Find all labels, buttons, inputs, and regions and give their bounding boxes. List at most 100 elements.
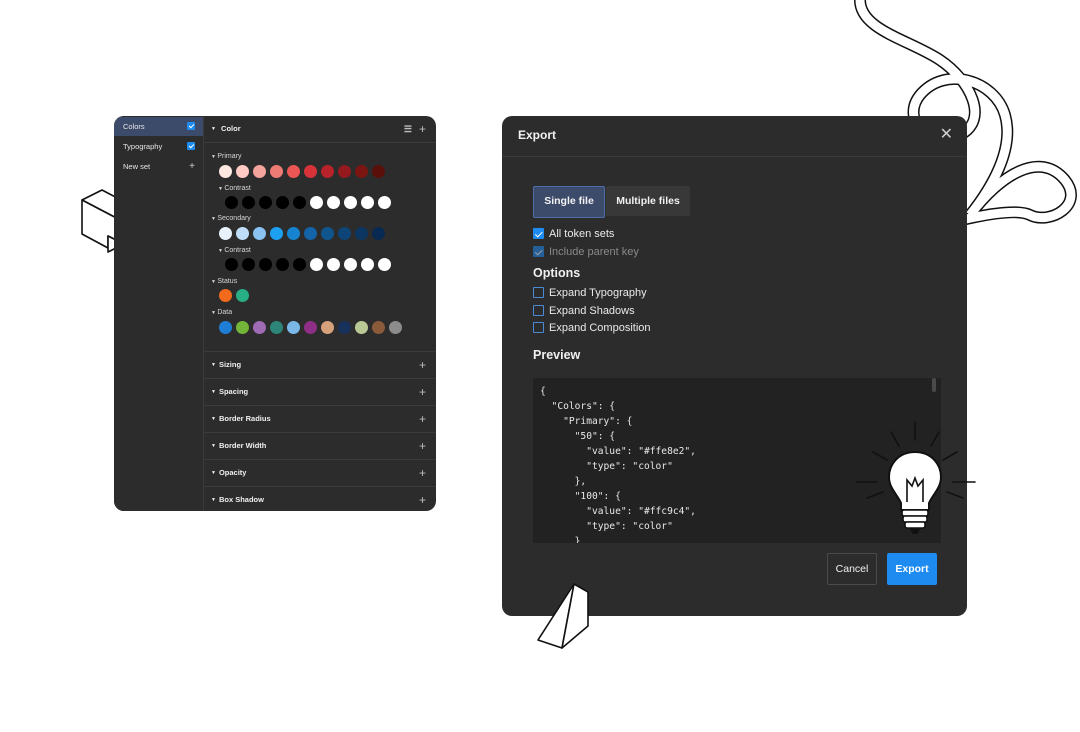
color-swatch[interactable]: [389, 321, 402, 334]
token-set-checkbox[interactable]: [187, 122, 195, 130]
color-swatch[interactable]: [378, 196, 391, 209]
group-label: Primary: [217, 153, 242, 160]
color-swatch[interactable]: [310, 196, 323, 209]
color-swatch[interactable]: [372, 321, 385, 334]
color-swatch[interactable]: [304, 165, 317, 178]
primary-contrast-swatches: [225, 196, 391, 209]
color-swatch[interactable]: [361, 258, 374, 271]
color-swatch[interactable]: [253, 227, 266, 240]
color-swatch[interactable]: [219, 165, 232, 178]
tab-multiple-files[interactable]: Multiple files: [606, 186, 690, 216]
cancel-button[interactable]: Cancel: [827, 553, 877, 585]
plus-icon[interactable]: +: [419, 460, 426, 486]
close-icon[interactable]: ✕: [940, 124, 953, 144]
expand-typography-checkbox[interactable]: [533, 287, 544, 298]
color-swatch[interactable]: [304, 227, 317, 240]
color-swatch[interactable]: [372, 165, 385, 178]
token-group-box-shadow[interactable]: ▼ Box Shadow +: [204, 487, 436, 511]
plus-icon[interactable]: +: [419, 379, 426, 405]
color-swatch[interactable]: [259, 196, 272, 209]
color-swatch[interactable]: [236, 321, 249, 334]
color-swatch[interactable]: [378, 258, 391, 271]
tab-single-file[interactable]: Single file: [533, 186, 605, 218]
color-swatch[interactable]: [355, 227, 368, 240]
color-swatch[interactable]: [287, 227, 300, 240]
color-swatch[interactable]: [293, 196, 306, 209]
color-swatch[interactable]: [236, 289, 249, 302]
color-swatch[interactable]: [225, 196, 238, 209]
status-label: ▼ Status: [211, 278, 237, 285]
color-swatch[interactable]: [338, 165, 351, 178]
color-swatch[interactable]: [321, 165, 334, 178]
color-swatch[interactable]: [304, 321, 317, 334]
plus-icon[interactable]: +: [419, 352, 426, 378]
scrollbar[interactable]: [932, 378, 936, 392]
color-swatch[interactable]: [344, 258, 357, 271]
color-swatch[interactable]: [321, 227, 334, 240]
token-group-color[interactable]: ▼ Color ☰ +: [204, 116, 436, 143]
color-swatch[interactable]: [270, 165, 283, 178]
new-set-item[interactable]: New set +: [114, 157, 203, 176]
color-swatch[interactable]: [253, 321, 266, 334]
color-swatch[interactable]: [327, 258, 340, 271]
plus-icon[interactable]: +: [419, 406, 426, 432]
primary-label: ▼ Primary: [211, 153, 241, 160]
color-swatch[interactable]: [219, 227, 232, 240]
plus-icon[interactable]: +: [419, 116, 426, 142]
caret-down-icon: ▼: [211, 362, 216, 368]
plus-icon[interactable]: +: [419, 433, 426, 459]
token-set-label: Colors: [123, 122, 145, 131]
color-swatch[interactable]: [225, 258, 238, 271]
token-group-border-radius[interactable]: ▼ Border Radius +: [204, 406, 436, 433]
color-swatch[interactable]: [219, 321, 232, 334]
plus-icon[interactable]: +: [189, 157, 195, 176]
color-swatch[interactable]: [276, 196, 289, 209]
expand-shadows-checkbox[interactable]: [533, 305, 544, 316]
color-swatch[interactable]: [355, 165, 368, 178]
include-parent-key-checkbox[interactable]: [533, 246, 544, 257]
token-group-title: Opacity: [218, 468, 247, 477]
color-swatch[interactable]: [361, 196, 374, 209]
color-swatch[interactable]: [259, 258, 272, 271]
secondary-swatches: [219, 227, 385, 240]
color-swatch[interactable]: [287, 321, 300, 334]
secondary-label: ▼ Secondary: [211, 215, 251, 222]
plus-icon[interactable]: +: [419, 487, 426, 511]
expand-composition-checkbox[interactable]: [533, 322, 544, 333]
color-swatch[interactable]: [270, 321, 283, 334]
caret-down-icon: ▼: [211, 126, 216, 132]
color-swatch[interactable]: [236, 227, 249, 240]
export-button[interactable]: Export: [887, 553, 937, 585]
color-swatch[interactable]: [321, 321, 334, 334]
color-swatch[interactable]: [253, 165, 266, 178]
new-set-label: New set: [123, 162, 151, 171]
color-swatch[interactable]: [293, 258, 306, 271]
token-set-colors[interactable]: Colors: [114, 117, 203, 136]
primary-contrast-label: ▼ Contrast: [218, 185, 251, 192]
color-swatch[interactable]: [270, 227, 283, 240]
color-swatch[interactable]: [236, 165, 249, 178]
color-swatch[interactable]: [219, 289, 232, 302]
color-swatch[interactable]: [327, 196, 340, 209]
color-swatch[interactable]: [355, 321, 368, 334]
group-label: Data: [217, 309, 233, 316]
token-set-checkbox[interactable]: [187, 142, 195, 150]
list-view-icon[interactable]: ☰: [404, 116, 412, 142]
color-swatch[interactable]: [242, 196, 255, 209]
token-group-border-width[interactable]: ▼ Border Width +: [204, 433, 436, 460]
color-swatch[interactable]: [276, 258, 289, 271]
token-set-label: Typography: [123, 142, 163, 151]
color-swatch[interactable]: [310, 258, 323, 271]
color-swatch[interactable]: [287, 165, 300, 178]
token-group-spacing[interactable]: ▼ Spacing +: [204, 379, 436, 406]
token-group-sizing[interactable]: ▼ Sizing +: [204, 352, 436, 379]
color-swatch[interactable]: [372, 227, 385, 240]
color-swatch[interactable]: [344, 196, 357, 209]
color-swatch[interactable]: [242, 258, 255, 271]
token-set-typography[interactable]: Typography: [114, 137, 203, 156]
token-group-title: Border Radius: [218, 414, 271, 423]
color-swatch[interactable]: [338, 321, 351, 334]
color-swatch[interactable]: [338, 227, 351, 240]
token-group-opacity[interactable]: ▼ Opacity +: [204, 460, 436, 487]
all-token-sets-checkbox[interactable]: [533, 228, 544, 239]
